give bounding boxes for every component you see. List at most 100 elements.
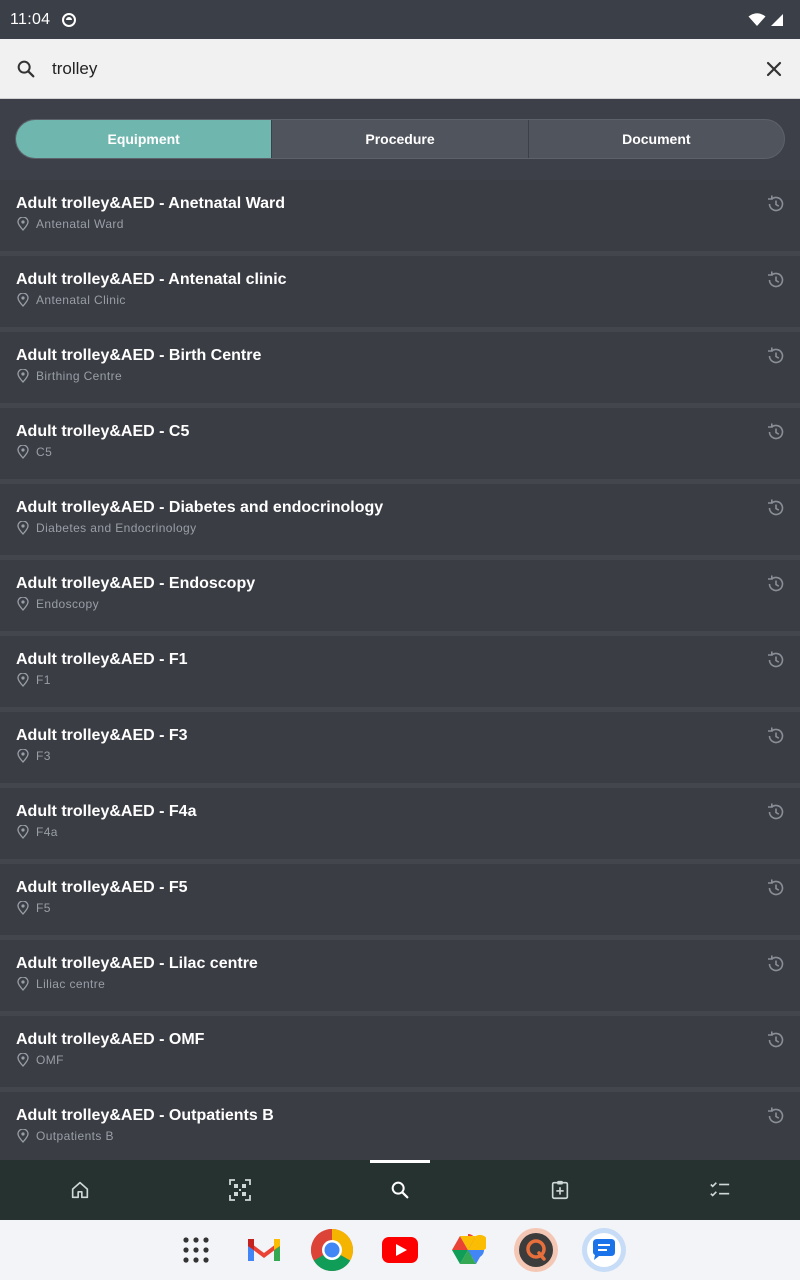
search-icon: [391, 1181, 409, 1199]
location-row: Antenatal Clinic: [16, 293, 784, 307]
photos-icon[interactable]: [445, 1227, 491, 1273]
list-item[interactable]: Adult trolley&AED - Antenatal clinic Ante…: [0, 256, 800, 327]
history-icon[interactable]: [766, 422, 786, 442]
location-pin-icon: [16, 749, 30, 763]
history-icon[interactable]: [766, 498, 786, 518]
list-item[interactable]: Adult trolley&AED - F4a F4a: [0, 788, 800, 859]
location-pin-icon: [16, 597, 30, 611]
status-indicators: [748, 12, 784, 27]
list-item[interactable]: Adult trolley&AED - Outpatients B Outpati…: [0, 1092, 800, 1160]
location-row: C5: [16, 445, 784, 459]
tab-procedure[interactable]: Procedure: [272, 120, 529, 158]
history-icon[interactable]: [766, 1030, 786, 1050]
equipment-title: Adult trolley&AED - Outpatients B: [16, 1107, 274, 1124]
location-label: Liliac centre: [36, 977, 106, 991]
location-row: Birthing Centre: [16, 369, 784, 383]
list-item[interactable]: Adult trolley&AED - Diabetes and endocri…: [0, 484, 800, 555]
list-item[interactable]: Adult trolley&AED - OMF OMF: [0, 1016, 800, 1087]
location-row: Antenatal Ward: [16, 217, 784, 231]
location-pin-icon: [16, 901, 30, 915]
location-pin-icon: [16, 445, 30, 459]
history-icon[interactable]: [766, 194, 786, 214]
list-item[interactable]: Adult trolley&AED - F1 F1: [0, 636, 800, 707]
list-item[interactable]: Adult trolley&AED - F5 F5: [0, 864, 800, 935]
location-pin-icon: [16, 369, 30, 383]
location-pin-icon: [16, 293, 30, 307]
equipment-title: Adult trolley&AED - Endoscopy: [16, 575, 256, 592]
list-item[interactable]: Adult trolley&AED - Birth Centre Birthing…: [0, 332, 800, 403]
list-item[interactable]: Adult trolley&AED - C5 C5: [0, 408, 800, 479]
nav-search[interactable]: [320, 1160, 480, 1220]
list-item[interactable]: Adult trolley&AED - Lilac centre Liliac c…: [0, 940, 800, 1011]
gmail-icon[interactable]: [241, 1227, 287, 1273]
checklist-icon: [710, 1182, 730, 1197]
location-row: F5: [16, 901, 784, 915]
history-icon[interactable]: [766, 954, 786, 974]
status-time: 11:04: [10, 10, 51, 28]
equipment-title: Adult trolley&AED - F3: [16, 727, 188, 744]
app-drawer-icon[interactable]: [173, 1227, 219, 1273]
bottom-nav: [0, 1160, 800, 1220]
history-icon[interactable]: [766, 270, 786, 290]
equipment-title: Adult trolley&AED - Lilac centre: [16, 955, 258, 972]
list-item[interactable]: Adult trolley&AED - F3 F3: [0, 712, 800, 783]
search-icon: [0, 39, 52, 99]
youtube-icon[interactable]: [377, 1227, 423, 1273]
history-icon[interactable]: [766, 650, 786, 670]
location-label: Antenatal Clinic: [36, 293, 126, 307]
history-icon[interactable]: [766, 726, 786, 746]
equipment-title: Adult trolley&AED - C5: [16, 423, 190, 440]
cell-signal-icon: [771, 13, 783, 26]
clear-search-button[interactable]: [748, 39, 800, 99]
equipment-title: Adult trolley&AED - Anetnatal Ward: [16, 195, 286, 212]
location-row: F1: [16, 673, 784, 687]
location-pin-icon: [16, 217, 30, 231]
location-label: OMF: [36, 1053, 64, 1067]
notification-app-icon: [62, 12, 77, 27]
tab-document[interactable]: Document: [529, 120, 784, 158]
quora-app-icon[interactable]: [513, 1227, 559, 1273]
qr-scan-icon: [229, 1179, 251, 1201]
location-label: C5: [36, 445, 53, 459]
equipment-title: Adult trolley&AED - Birth Centre: [16, 347, 262, 364]
search-bar: [0, 38, 800, 99]
equipment-title: Adult trolley&AED - F5: [16, 879, 188, 896]
location-pin-icon: [16, 977, 30, 991]
history-icon[interactable]: [766, 878, 786, 898]
nav-checklist[interactable]: [640, 1160, 800, 1220]
location-row: Outpatients B: [16, 1129, 784, 1143]
search-input[interactable]: [52, 38, 748, 99]
list-item[interactable]: Adult trolley&AED - Anetnatal Ward Antena…: [0, 180, 800, 251]
nav-home[interactable]: [0, 1160, 160, 1220]
tab-equipment[interactable]: Equipment: [16, 120, 273, 158]
history-icon[interactable]: [766, 1106, 786, 1126]
location-pin-icon: [16, 1053, 30, 1067]
equipment-title: Adult trolley&AED - Diabetes and endocri…: [16, 499, 384, 516]
location-label: F3: [36, 749, 51, 763]
location-pin-icon: [16, 521, 30, 535]
messages-icon[interactable]: [581, 1227, 627, 1273]
clipboard-plus-icon: [551, 1180, 569, 1200]
location-label: Outpatients B: [36, 1129, 114, 1143]
location-label: F1: [36, 673, 51, 687]
equipment-title: Adult trolley&AED - F1: [16, 651, 188, 668]
history-icon[interactable]: [766, 346, 786, 366]
equipment-title: Adult trolley&AED - Antenatal clinic: [16, 271, 287, 288]
list-item[interactable]: Adult trolley&AED - Endoscopy Endoscopy: [0, 560, 800, 631]
location-label: F4a: [36, 825, 58, 839]
close-icon: [766, 61, 782, 76]
history-icon[interactable]: [766, 802, 786, 822]
history-icon[interactable]: [766, 574, 786, 594]
nav-add-record[interactable]: [480, 1160, 640, 1220]
location-label: Antenatal Ward: [36, 217, 124, 231]
location-row: Liliac centre: [16, 977, 784, 991]
equipment-title: Adult trolley&AED - OMF: [16, 1031, 205, 1048]
nav-scan[interactable]: [160, 1160, 320, 1220]
chrome-icon[interactable]: [309, 1227, 355, 1273]
location-row: F3: [16, 749, 784, 763]
location-label: Diabetes and Endocrinology: [36, 521, 197, 535]
location-row: F4a: [16, 825, 784, 839]
location-label: Birthing Centre: [36, 369, 123, 383]
location-row: Diabetes and Endocrinology: [16, 521, 784, 535]
location-row: OMF: [16, 1053, 784, 1067]
